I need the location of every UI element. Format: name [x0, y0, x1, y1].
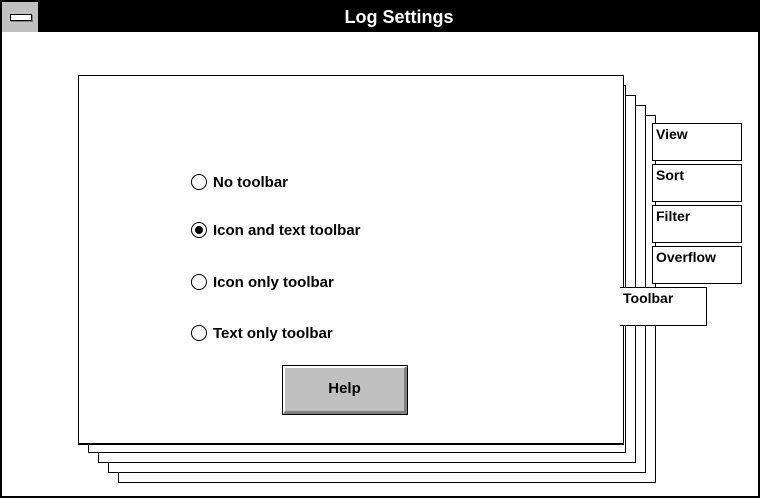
- radio-text-only-toolbar[interactable]: [191, 325, 207, 341]
- tab-toolbar-label: Toolbar: [623, 290, 674, 306]
- system-menu-button[interactable]: [2, 2, 40, 32]
- option-text-only-toolbar-label: Text only toolbar: [213, 324, 333, 342]
- option-icon-and-text-toolbar-label: Icon and text toolbar: [213, 221, 361, 239]
- tab-sort-label: Sort: [656, 167, 684, 183]
- tab-overflow-label: Overflow: [656, 249, 716, 265]
- tab-filter[interactable]: Filter: [652, 205, 742, 243]
- toolbar-page: No toolbar Icon and text toolbar Icon on…: [78, 75, 624, 445]
- option-no-toolbar-label: No toolbar: [213, 173, 288, 191]
- radio-icon-and-text-toolbar[interactable]: [191, 222, 207, 238]
- help-button[interactable]: Help: [282, 365, 408, 415]
- title-bar[interactable]: Log Settings: [2, 2, 758, 32]
- option-icon-only-toolbar[interactable]: Icon only toolbar: [191, 271, 334, 293]
- option-icon-only-toolbar-label: Icon only toolbar: [213, 273, 334, 291]
- window-title: Log Settings: [344, 7, 454, 27]
- tab-overflow[interactable]: Overflow: [652, 246, 742, 284]
- system-menu-icon: [10, 14, 32, 21]
- option-no-toolbar[interactable]: No toolbar: [191, 171, 288, 193]
- radio-icon-only-toolbar[interactable]: [191, 274, 207, 290]
- radio-no-toolbar[interactable]: [191, 174, 207, 190]
- tab-view[interactable]: View: [652, 123, 742, 161]
- tab-sort[interactable]: Sort: [652, 164, 742, 202]
- tab-view-label: View: [656, 126, 688, 142]
- option-icon-and-text-toolbar[interactable]: Icon and text toolbar: [191, 219, 361, 241]
- tab-toolbar[interactable]: Toolbar: [620, 287, 707, 326]
- tab-filter-label: Filter: [656, 208, 691, 224]
- option-text-only-toolbar[interactable]: Text only toolbar: [191, 322, 333, 344]
